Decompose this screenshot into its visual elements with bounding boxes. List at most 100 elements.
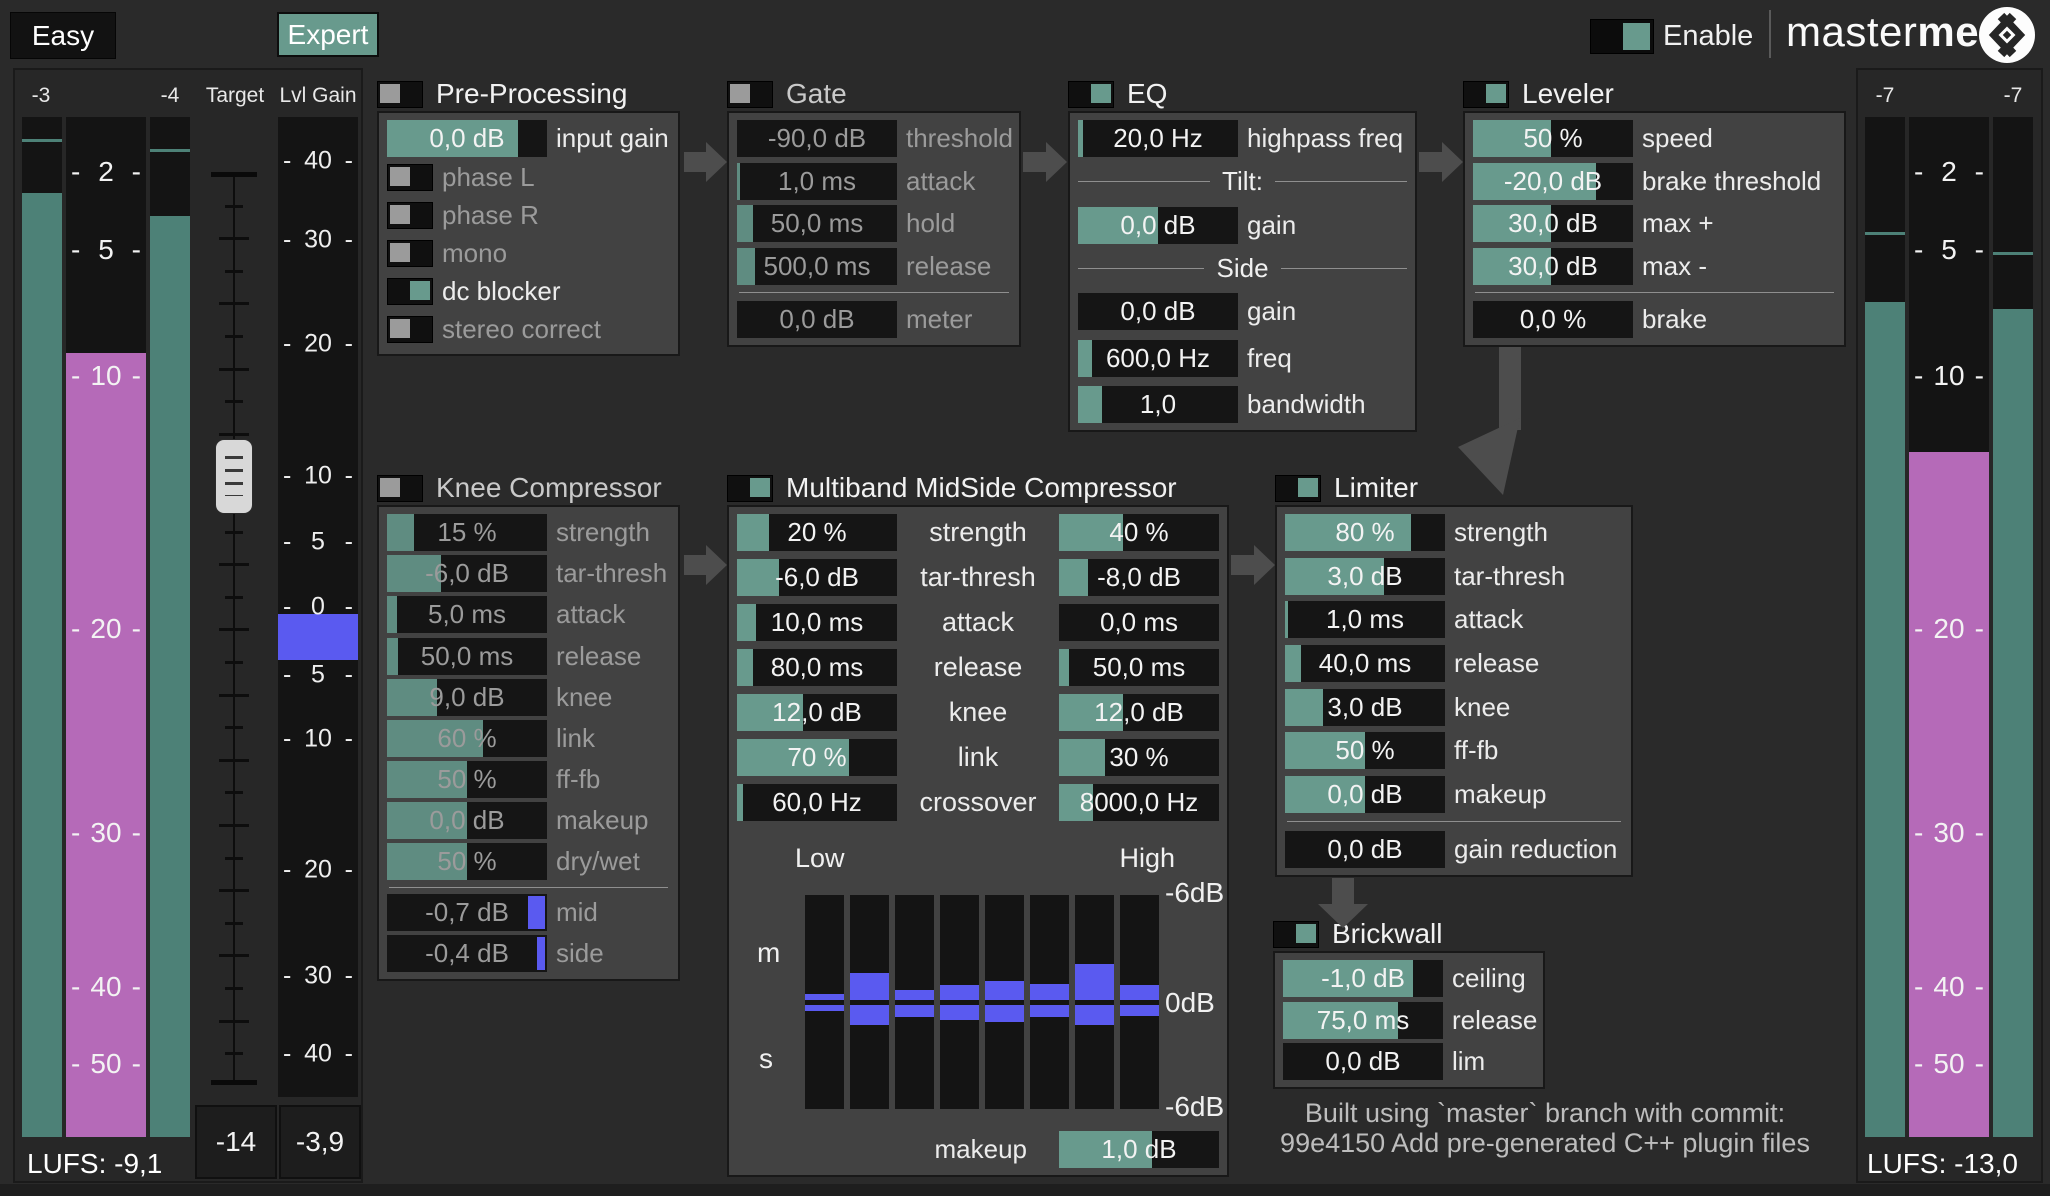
stereo-correct-toggle[interactable] bbox=[387, 315, 433, 343]
gain-slider[interactable]: 0,0 dB bbox=[1078, 293, 1238, 331]
crossover-low-slider[interactable]: 60,0 Hz bbox=[737, 784, 897, 821]
bandwidth-slider[interactable]: 1,0 bbox=[1078, 385, 1238, 423]
enable-toggle[interactable] bbox=[1590, 19, 1654, 54]
dry-wet-slider[interactable]: 50 % bbox=[387, 843, 547, 881]
strength-slider[interactable]: 80 % bbox=[1285, 514, 1445, 551]
param-value: 8000,0 Hz bbox=[1079, 787, 1199, 817]
gain-slider[interactable]: 0,0 dB bbox=[1078, 206, 1238, 244]
scale-number: 20 bbox=[1933, 613, 1965, 644]
scale-number: 10 bbox=[304, 724, 332, 753]
ceiling-slider[interactable]: -1,0 dB bbox=[1283, 960, 1443, 997]
param-value: 0,0 dB bbox=[1325, 1046, 1401, 1076]
scale-label-40: -40- bbox=[283, 1040, 353, 1069]
knee-high-slider[interactable]: 12,0 dB bbox=[1059, 694, 1219, 731]
crossover-high-slider[interactable]: 8000,0 Hz bbox=[1059, 784, 1219, 821]
scale-number: 2 bbox=[1941, 156, 1957, 187]
dash: - bbox=[344, 527, 353, 556]
param-value: 30 % bbox=[1109, 742, 1169, 772]
knee-compressor-enable-toggle[interactable] bbox=[377, 474, 423, 502]
brake-threshold-slider[interactable]: -20,0 dB bbox=[1473, 162, 1633, 200]
tar-thresh-high-slider[interactable]: -8,0 dB bbox=[1059, 559, 1219, 596]
tar-thresh-low-slider[interactable]: -6,0 dB bbox=[737, 559, 897, 596]
panel-enable-toggle[interactable] bbox=[377, 80, 423, 108]
attack-high-slider[interactable]: 0,0 ms bbox=[1059, 604, 1219, 641]
attack-slider[interactable]: 5,0 ms bbox=[387, 596, 547, 634]
target-slider-handle[interactable] bbox=[215, 439, 253, 514]
ff-fb-slider[interactable]: 50 % bbox=[387, 761, 547, 799]
attack-low-slider[interactable]: 10,0 ms bbox=[737, 604, 897, 641]
tar-thresh-slider[interactable]: -6,0 dB bbox=[387, 555, 547, 593]
makeup-slider[interactable]: 0,0 dB bbox=[387, 802, 547, 840]
freq-slider[interactable]: 600,0 Hz bbox=[1078, 339, 1238, 377]
separator bbox=[1475, 292, 1834, 294]
release-slider[interactable]: 500,0 ms bbox=[737, 247, 897, 285]
knee-slider[interactable]: 9,0 dB bbox=[387, 678, 547, 716]
release-slider[interactable]: 50,0 ms bbox=[387, 637, 547, 675]
dash: - bbox=[71, 360, 81, 391]
knee-slider[interactable]: 3,0 dB bbox=[1285, 688, 1445, 726]
limiter-enable-toggle[interactable] bbox=[1275, 474, 1321, 502]
strength-slider[interactable]: 15 % bbox=[387, 514, 547, 551]
scale-number: 5 bbox=[98, 234, 114, 265]
speed-slider[interactable]: 50 % bbox=[1473, 120, 1633, 157]
dash: - bbox=[71, 613, 81, 644]
scale-number: 30 bbox=[304, 225, 332, 254]
panel-title: Knee Compressor bbox=[436, 472, 662, 503]
makeup-slider[interactable]: 1,0 dB bbox=[1059, 1130, 1219, 1168]
link-low-slider[interactable]: 70 % bbox=[737, 739, 897, 776]
brickwall-panel: Brickwall -1,0 dB ceiling 75,0 ms release 0,… bbox=[1273, 918, 1545, 1089]
attack-slider[interactable]: 1,0 ms bbox=[737, 162, 897, 200]
multiband-midside-compressor-panel: Multiband MidSide Compressor 20 % strengt… bbox=[727, 472, 1229, 1177]
mid-row-label: m bbox=[757, 937, 781, 969]
ff-fb-slider[interactable]: 50 % bbox=[1285, 732, 1445, 770]
tar-thresh-slider[interactable]: 3,0 dB bbox=[1285, 557, 1445, 595]
threshold-slider[interactable]: -90,0 dB bbox=[737, 120, 897, 157]
separator bbox=[739, 292, 1009, 294]
release-low-slider[interactable]: 80,0 ms bbox=[737, 649, 897, 686]
max---slider[interactable]: 30,0 dB bbox=[1473, 247, 1633, 285]
strength-low-slider[interactable]: 20 % bbox=[737, 514, 897, 551]
mid-reduction-bar bbox=[850, 973, 889, 1001]
mono-toggle[interactable] bbox=[387, 239, 433, 267]
hold-slider[interactable]: 50,0 ms bbox=[737, 205, 897, 243]
makeup-slider[interactable]: 0,0 dB bbox=[1285, 775, 1445, 813]
speed-label: speed bbox=[1642, 123, 1713, 153]
dc-blocker-toggle[interactable] bbox=[387, 277, 433, 305]
max-plus-slider[interactable]: 30,0 dB bbox=[1473, 205, 1633, 243]
dash: - bbox=[344, 1039, 353, 1068]
dash: - bbox=[131, 156, 141, 187]
brickwall-enable-toggle[interactable] bbox=[1273, 920, 1319, 948]
gate-enable-toggle[interactable] bbox=[727, 80, 773, 108]
easy-mode-button[interactable]: Easy bbox=[10, 12, 116, 59]
highpass-freq-slider[interactable]: 20,0 Hz bbox=[1078, 120, 1238, 157]
strength-label: strength bbox=[929, 517, 1027, 547]
attack-slider[interactable]: 1,0 ms bbox=[1285, 601, 1445, 639]
expert-mode-button[interactable]: Expert bbox=[277, 12, 379, 57]
attack-label: attack bbox=[1454, 604, 1524, 635]
param-value: 75,0 ms bbox=[1316, 1004, 1410, 1035]
band-1 bbox=[805, 895, 844, 1110]
link-slider[interactable]: 60 % bbox=[387, 719, 547, 757]
dash: - bbox=[1974, 817, 1984, 848]
phase-l-label: phase L bbox=[442, 161, 535, 192]
release-slider[interactable]: 75,0 ms bbox=[1283, 1001, 1443, 1039]
multiband-enable-toggle[interactable] bbox=[727, 474, 773, 502]
scale-number: 10 bbox=[90, 360, 122, 391]
eq-enable-toggle[interactable] bbox=[1068, 80, 1114, 108]
target-slider[interactable] bbox=[196, 170, 272, 1086]
knee-low-slider[interactable]: 12,0 dB bbox=[737, 694, 897, 731]
param-value: -0,7 dB bbox=[425, 896, 509, 927]
input-gain-slider[interactable]: 0,0 dB bbox=[387, 120, 547, 157]
param-value: 5,0 ms bbox=[427, 599, 507, 630]
mono-label: mono bbox=[442, 237, 508, 268]
strength-high-slider[interactable]: 40 % bbox=[1059, 514, 1219, 551]
phase-r-toggle[interactable] bbox=[387, 201, 433, 229]
max-plus-label: max + bbox=[1642, 208, 1714, 239]
side-reduction-bar bbox=[985, 1005, 1024, 1023]
link-high-slider[interactable]: 30 % bbox=[1059, 739, 1219, 776]
leveler-enable-toggle[interactable] bbox=[1463, 80, 1509, 108]
phase-l-toggle[interactable] bbox=[387, 163, 433, 191]
gain-reduction-display: 0,0 dB bbox=[1285, 831, 1445, 868]
release-high-slider[interactable]: 50,0 ms bbox=[1059, 649, 1219, 686]
release-slider[interactable]: 40,0 ms bbox=[1285, 644, 1445, 682]
